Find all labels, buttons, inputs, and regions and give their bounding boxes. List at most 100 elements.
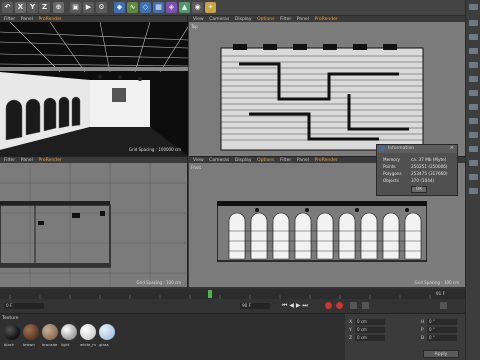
menu-prorender[interactable]: ProRender: [315, 158, 338, 163]
menu-panel[interactable]: Panel: [297, 158, 309, 163]
motion-icon[interactable]: [362, 302, 369, 309]
coordinates-manager: X 0 cm Y 0 cm Z 0 cm H 0 ° P 0 ° B 0 ° A…: [345, 313, 465, 360]
menu-panel[interactable]: Panel: [297, 17, 309, 22]
coord-z-label: Z: [349, 336, 353, 341]
menu-cameras[interactable]: Cameras: [209, 17, 229, 22]
deformer-icon[interactable]: ◈: [166, 2, 177, 13]
edges-mode-icon[interactable]: [469, 62, 478, 68]
top-plan-drawing: [220, 44, 424, 151]
coord-y-field[interactable]: 0 cm: [355, 327, 385, 333]
apply-button[interactable]: Apply: [423, 350, 459, 358]
array-icon[interactable]: ▦: [153, 2, 164, 13]
workplane-icon[interactable]: [469, 118, 478, 124]
points-label: Points: [383, 164, 396, 169]
points-mode-icon[interactable]: [469, 48, 478, 54]
cube-icon[interactable]: ◆: [114, 2, 125, 13]
autokey-icon[interactable]: [336, 302, 343, 309]
end-frame-field[interactable]: 90 F: [240, 303, 270, 309]
light-icon[interactable]: ✦: [205, 2, 216, 13]
menu-filter[interactable]: Filter: [280, 158, 291, 163]
snap-icon[interactable]: [469, 104, 478, 110]
menu-view[interactable]: View: [193, 17, 204, 22]
front-view-label: Front: [191, 165, 202, 170]
lock-icon[interactable]: [469, 132, 478, 138]
dialog-title: Information: [388, 146, 415, 151]
menu-display[interactable]: Display: [235, 17, 252, 22]
frame-end-readout: 91 F: [436, 291, 446, 296]
rotate-tool-icon[interactable]: [469, 34, 478, 40]
keyframe-icon[interactable]: [350, 302, 357, 309]
axis-mode-icon[interactable]: [469, 90, 478, 96]
menu-options[interactable]: Options: [257, 158, 274, 163]
memory-value: ca. 37 Mb (Myte): [411, 157, 447, 162]
record-icon[interactable]: [325, 302, 332, 309]
menu-prorender[interactable]: ProRender: [315, 17, 338, 22]
render-picture-icon[interactable]: ▶: [83, 2, 94, 13]
front-grid-spacing: Grid Spacing : 100 cm: [414, 280, 459, 285]
material-label: white_m: [80, 342, 96, 347]
layout-icon[interactable]: [440, 302, 447, 309]
points-value: 250251 (250006): [411, 164, 448, 169]
coord-x-label: X: [349, 320, 353, 325]
move-tool-icon[interactable]: [469, 4, 478, 10]
scene-icon[interactable]: ▲: [179, 2, 190, 13]
coord-system-icon[interactable]: ⊕: [53, 2, 64, 13]
rot-b-field[interactable]: 0 °: [427, 335, 457, 341]
rot-b-label: B: [421, 336, 425, 341]
tweak-icon[interactable]: [469, 174, 478, 180]
layer-icon[interactable]: [469, 160, 478, 166]
perspective-grid-spacing: Grid Spacing : 100000 cm: [128, 147, 181, 152]
material-ball[interactable]: [80, 324, 96, 340]
polygons-mode-icon[interactable]: [469, 76, 478, 82]
right-viewport[interactable]: Filter Panel ProRender Grid Spacing : 10…: [0, 156, 188, 288]
material-label: light: [61, 342, 70, 347]
close-icon[interactable]: ×: [450, 145, 454, 151]
material-manager: Texture black brown brocade light white_…: [0, 313, 345, 360]
render-settings-icon[interactable]: ⚙: [96, 2, 107, 13]
info-icon: [380, 146, 385, 151]
memory-label: Memory: [383, 157, 401, 162]
camera-icon[interactable]: ◉: [192, 2, 203, 13]
coord-z-field[interactable]: 0 cm: [355, 335, 385, 341]
play-controls[interactable]: ⏮ ◀ ▶ ⏭: [282, 302, 308, 310]
undo-icon[interactable]: ↶: [2, 2, 13, 13]
rot-p-field[interactable]: 0 °: [427, 327, 457, 333]
nurbs-icon[interactable]: ◇: [140, 2, 151, 13]
top-viewport[interactable]: View Cameras Display Options Filter Pane…: [189, 16, 465, 156]
timeline-ruler[interactable]: [0, 289, 465, 299]
menu-display[interactable]: Display: [235, 158, 252, 163]
material-ball[interactable]: [42, 324, 58, 340]
menu-options[interactable]: Options: [257, 17, 274, 22]
material-ball[interactable]: [23, 324, 39, 340]
top-menubar: View Cameras Display Options Filter Pane…: [189, 16, 465, 22]
spline-icon[interactable]: ∿: [127, 2, 138, 13]
menu-cameras[interactable]: Cameras: [209, 158, 229, 163]
material-ball[interactable]: [4, 324, 20, 340]
warehouse-render: [0, 22, 188, 156]
perspective-viewport[interactable]: Filter Panel ProRender Grid Spacing: 10…: [0, 16, 188, 156]
axis-x-button[interactable]: X: [15, 2, 26, 13]
right-tool-strip: [465, 0, 480, 360]
coord-x-field[interactable]: 0 cm: [355, 319, 385, 325]
material-ball[interactable]: [61, 324, 77, 340]
objects-label: Objects: [383, 178, 399, 183]
axis-z-button[interactable]: Z: [39, 2, 50, 13]
objects-value: 370 (1044): [411, 178, 435, 183]
material-label: black: [4, 342, 15, 347]
menu-filter[interactable]: Filter: [280, 17, 291, 22]
render-view-icon[interactable]: ▣: [70, 2, 81, 13]
information-dialog: Information × Memory ca. 37 Mb (Myte) Po…: [376, 144, 458, 196]
material-label: brown: [23, 342, 35, 347]
solo-icon[interactable]: [469, 146, 478, 152]
material-ball[interactable]: [99, 324, 115, 340]
ok-button[interactable]: OK: [411, 186, 427, 193]
scale-tool-icon[interactable]: [469, 20, 478, 26]
paint-icon[interactable]: [469, 188, 478, 194]
top-view-label: Top: [191, 24, 198, 29]
menu-view[interactable]: View: [193, 158, 204, 163]
axis-y-button[interactable]: Y: [27, 2, 38, 13]
polygons-value: 253475 (317660): [411, 171, 448, 176]
rot-h-field[interactable]: 0 °: [427, 319, 457, 325]
current-frame-field[interactable]: 0 F: [4, 303, 44, 309]
dialog-titlebar[interactable]: Information ×: [377, 145, 457, 153]
